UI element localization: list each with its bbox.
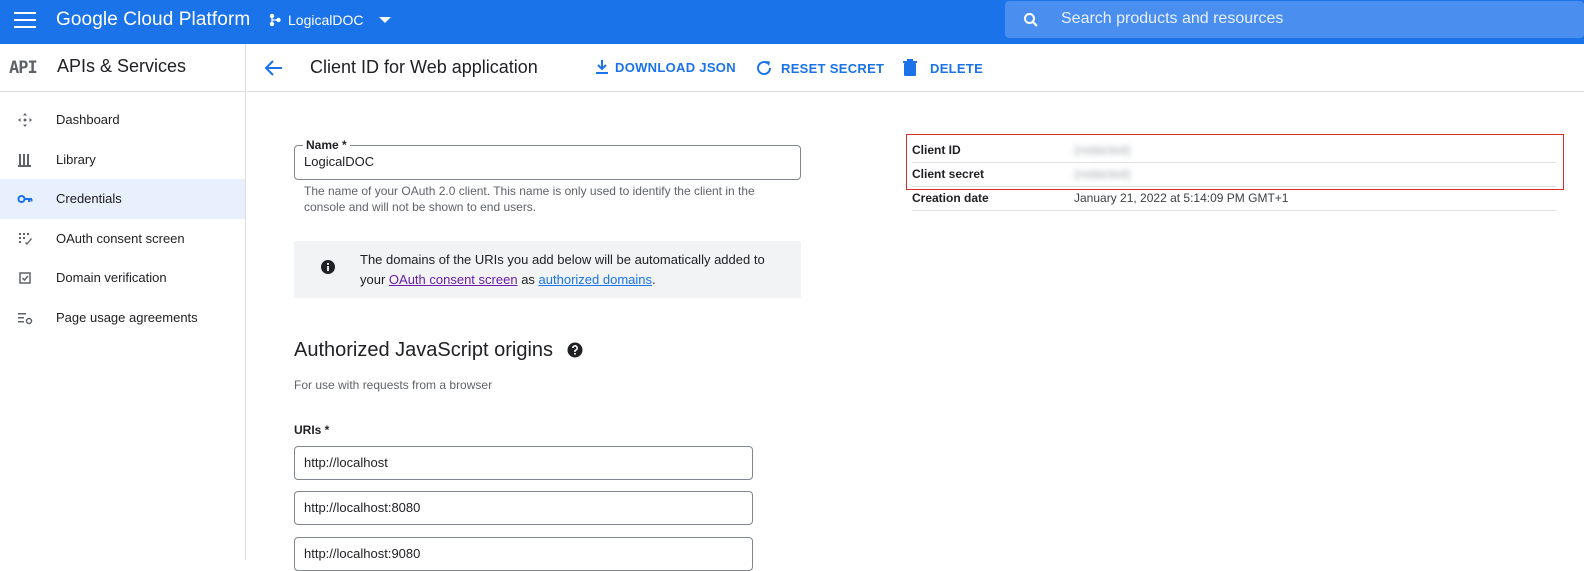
sidebar-item-label: OAuth consent screen (56, 231, 185, 246)
sidebar-item-label: Dashboard (56, 112, 120, 127)
dashboard-icon (18, 113, 32, 127)
chevron-down-icon (379, 17, 392, 23)
info-text: The domains of the URIs you add below wi… (360, 250, 780, 290)
uri-input[interactable] (304, 455, 734, 470)
client-secret-label: Client secret (912, 167, 985, 181)
sidebar-header: API APIs & Services (0, 44, 245, 92)
name-field[interactable]: Name * (294, 138, 801, 180)
sidebar: API APIs & Services Dashboard Library Cr… (0, 44, 246, 560)
page-header: Client ID for Web application DOWNLOAD J… (247, 44, 1584, 92)
client-secret-value: (redacted) (1074, 167, 1131, 181)
origins-subtitle: For use with requests from a browser (294, 378, 493, 392)
info-icon (321, 260, 335, 274)
uri-input[interactable] (304, 500, 734, 515)
client-id-row: Client ID (redacted) (912, 139, 1556, 163)
sidebar-item-domain-verification[interactable]: Domain verification (0, 258, 245, 298)
search-input[interactable] (1061, 7, 1561, 31)
uri-field[interactable] (294, 537, 753, 571)
origins-title: Authorized JavaScript origins (294, 339, 554, 361)
delete-button[interactable]: DELETE (902, 59, 983, 77)
reset-secret-label: RESET SECRET (781, 60, 885, 76)
project-name: LogicalDOC (288, 12, 364, 28)
search-icon (1024, 13, 1038, 27)
top-app-bar: Google Cloud Platform LogicalDOC (0, 0, 1584, 44)
project-selector[interactable]: LogicalDOC (268, 12, 392, 28)
uri-field[interactable] (294, 446, 753, 480)
authorized-domains-link[interactable]: authorized domains (539, 272, 652, 287)
project-icon (269, 13, 281, 27)
help-icon[interactable] (567, 342, 583, 358)
download-json-button[interactable]: DOWNLOAD JSON (595, 59, 736, 75)
info-text-part: as (521, 272, 535, 287)
info-banner: The domains of the URIs you add below wi… (294, 241, 801, 298)
creation-date-value: January 21, 2022 at 5:14:09 PM GMT+1 (1074, 191, 1289, 205)
main-content: Client ID for Web application DOWNLOAD J… (247, 44, 1584, 571)
creation-date-label: Creation date (912, 191, 989, 205)
name-hint: The name of your OAuth 2.0 client. This … (304, 184, 755, 214)
uris-label: URIs * (294, 423, 330, 437)
search-bar[interactable] (1005, 1, 1584, 38)
sidebar-item-label: Credentials (56, 191, 122, 206)
reset-secret-button[interactable]: RESET SECRET (755, 59, 884, 77)
client-id-label: Client ID (912, 143, 961, 157)
page-title: Client ID for Web application (310, 57, 538, 77)
oauth-consent-link[interactable]: OAuth consent screen (389, 272, 518, 287)
sidebar-item-library[interactable]: Library (0, 140, 245, 180)
sidebar-item-label: Page usage agreements (56, 310, 198, 325)
name-input[interactable] (304, 154, 784, 169)
check-box-icon (19, 272, 31, 284)
sidebar-title: APIs & Services (57, 56, 187, 76)
api-logo: API (9, 58, 38, 78)
brand-title[interactable]: Google Cloud Platform (56, 9, 250, 31)
refresh-icon (757, 61, 772, 76)
sidebar-item-label: Domain verification (56, 270, 167, 285)
key-icon (17, 195, 33, 203)
info-text-part: . (652, 272, 656, 287)
client-secret-row: Client secret (redacted) (912, 163, 1556, 187)
back-arrow-icon[interactable] (263, 57, 285, 79)
sidebar-item-dashboard[interactable]: Dashboard (0, 100, 245, 140)
name-field-label: Name * (303, 138, 350, 152)
client-id-value: (redacted) (1074, 143, 1131, 157)
creation-date-row: Creation date January 21, 2022 at 5:14:0… (912, 187, 1556, 211)
library-icon (18, 154, 31, 167)
uri-field[interactable] (294, 491, 753, 525)
download-icon (596, 60, 608, 74)
menu-icon[interactable] (14, 12, 36, 30)
trash-icon (903, 59, 917, 76)
uri-input[interactable] (304, 546, 734, 561)
settings-list-icon (18, 313, 33, 325)
consent-icon (19, 233, 32, 245)
delete-label: DELETE (930, 60, 984, 76)
sidebar-item-page-usage-agreements[interactable]: Page usage agreements (0, 298, 245, 338)
download-json-label: DOWNLOAD JSON (615, 59, 736, 75)
sidebar-item-oauth-consent[interactable]: OAuth consent screen (0, 219, 245, 259)
sidebar-item-label: Library (56, 152, 96, 167)
sidebar-item-credentials[interactable]: Credentials (0, 179, 245, 219)
